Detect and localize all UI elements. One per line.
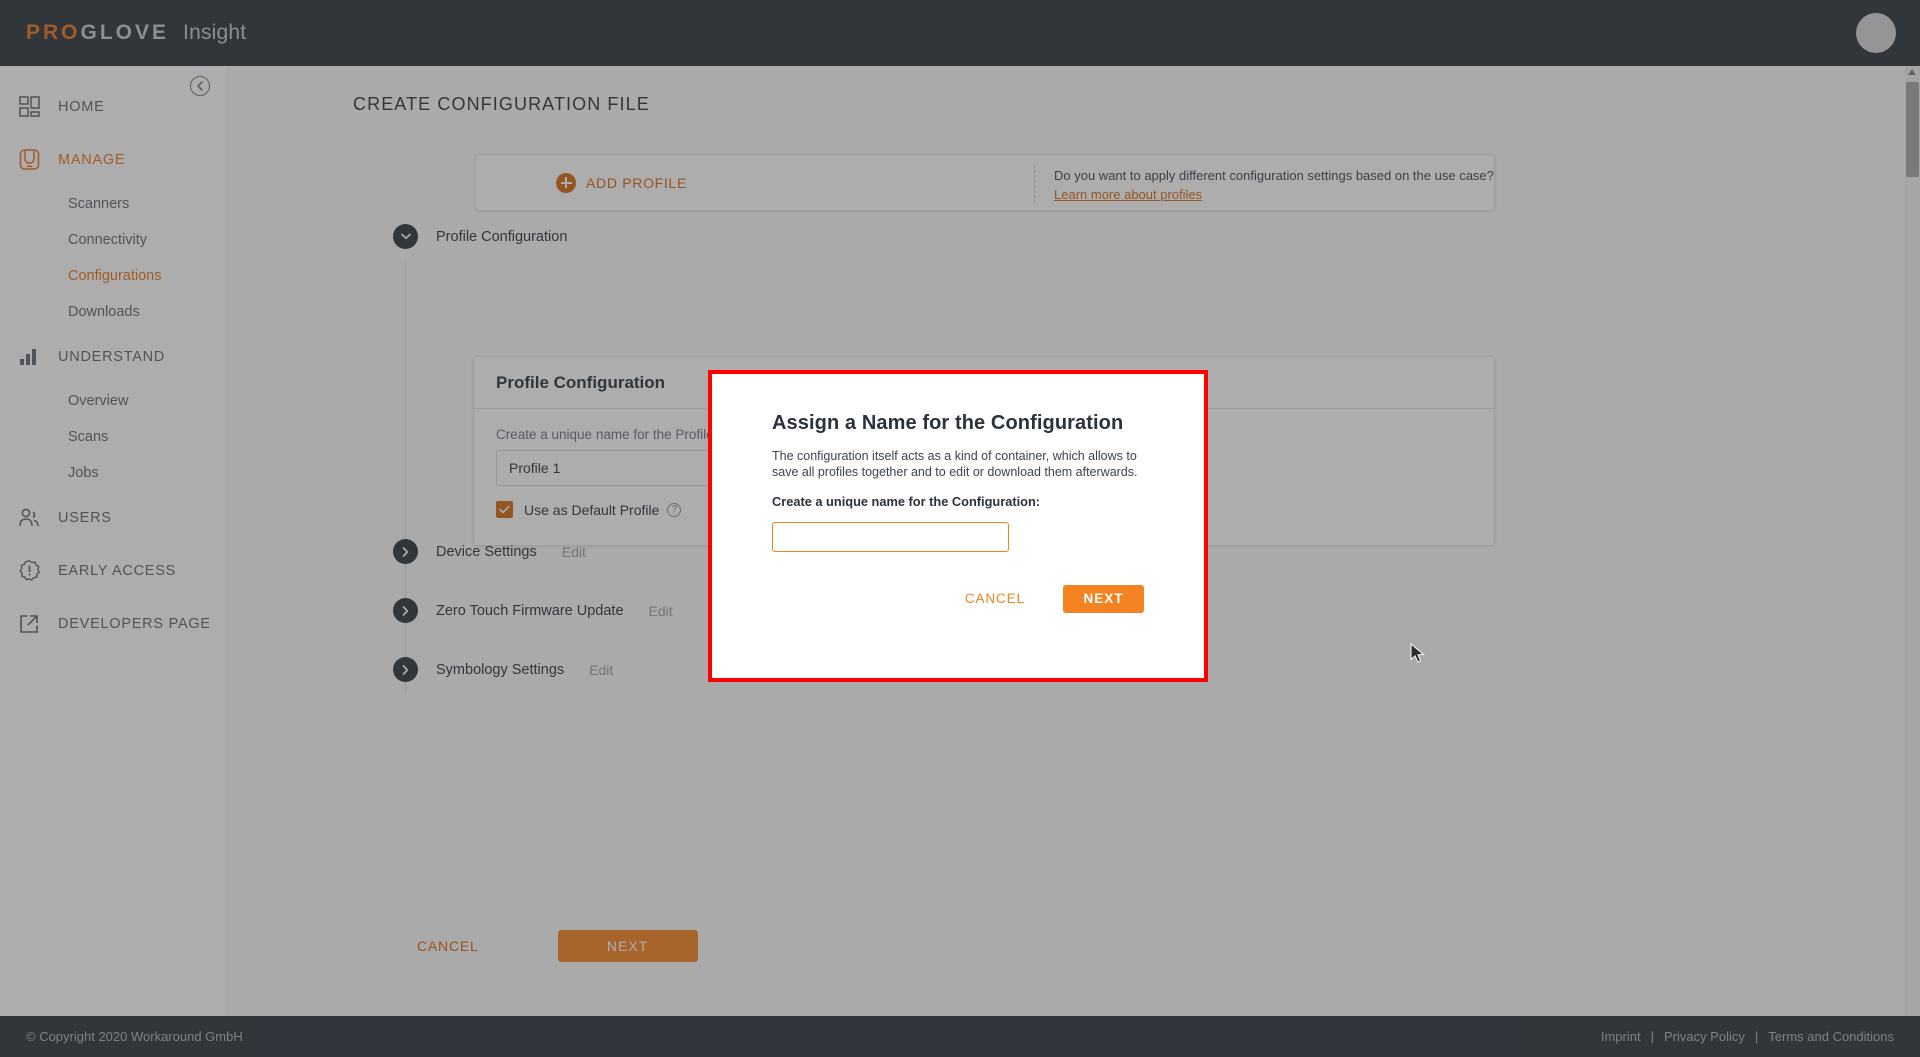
dialog-description: The configuration itself acts as a kind … [772,449,1138,479]
dialog-next-button[interactable]: NEXT [1063,584,1144,613]
assign-configuration-name-dialog: Assign a Name for the Configuration The … [708,370,1208,682]
mouse-pointer-icon [1410,642,1425,669]
configuration-name-input[interactable] [772,522,1009,552]
dialog-title: Assign a Name for the Configuration [772,412,1124,434]
dialog-cancel-button[interactable]: CANCEL [947,582,1043,615]
configuration-name-label: Create a unique name for the Configurati… [772,494,1041,509]
app-root: PRO GLOVE Insight HOME MANAGE Scanners C… [0,0,1920,1057]
dialog-actions: CANCEL NEXT [772,582,1144,615]
dialog-body: Assign a Name for the Configuration The … [712,374,1204,615]
